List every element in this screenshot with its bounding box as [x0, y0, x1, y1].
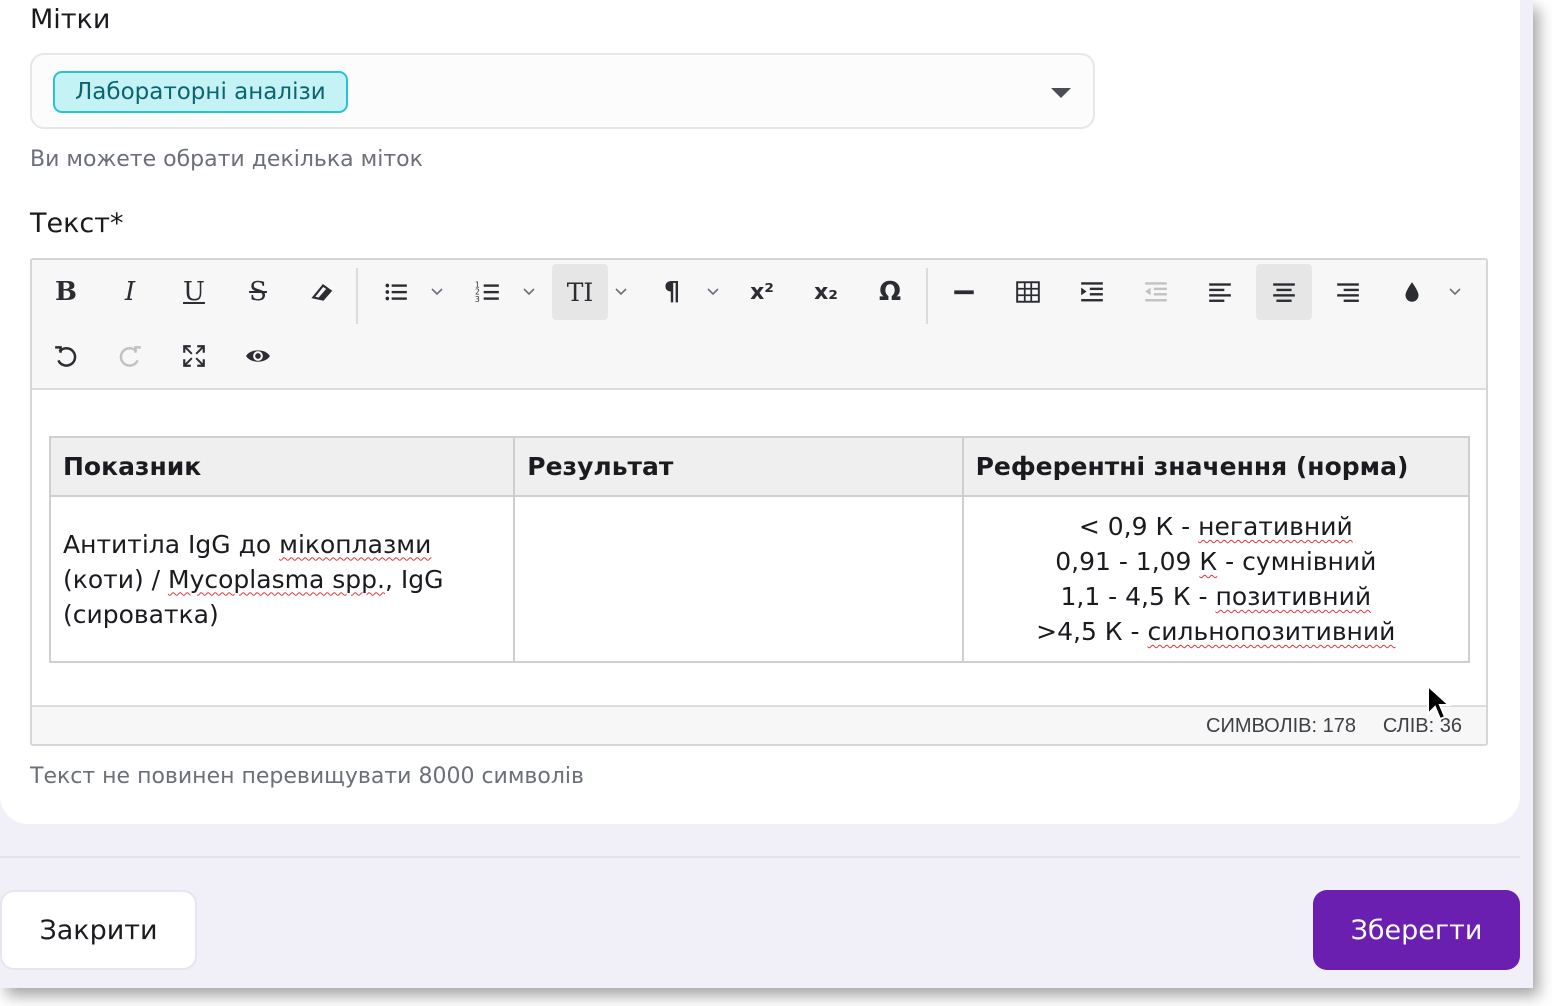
- text-size-icon[interactable]: TI: [552, 264, 608, 320]
- form-card: Мітки Лабораторні аналізи Ви можете обра…: [0, 0, 1520, 824]
- rich-text-editor[interactable]: B I U S 123 TI ¶ x² x₂ Ω Показник Резуль…: [30, 258, 1488, 746]
- tag-chip[interactable]: Лабораторні аналізи: [53, 71, 348, 113]
- tags-hint: Ви можете обрати декілька міток: [30, 147, 423, 172]
- table-row: Антитіла IgG до мікоплазми (коти) / Myco…: [48, 495, 1471, 663]
- chevron-down-icon[interactable]: [703, 282, 723, 302]
- save-button[interactable]: Зберегти: [1313, 890, 1520, 970]
- reference-cell[interactable]: < 0,9 К - негативний 0,91 - 1,09 К - сум…: [961, 495, 1471, 663]
- svg-text:3: 3: [475, 295, 480, 304]
- lab-results-table[interactable]: Показник Результат Референтні значення (…: [48, 436, 1471, 663]
- numbered-list-icon[interactable]: 123: [460, 264, 516, 320]
- text-label: Текст*: [30, 208, 124, 239]
- subscript-icon[interactable]: x₂: [798, 264, 854, 320]
- text-hint: Текст не повинен перевищувати 8000 симво…: [30, 764, 584, 789]
- tags-select[interactable]: Лабораторні аналізи: [30, 53, 1095, 129]
- align-center-icon[interactable]: [1256, 264, 1312, 320]
- indicator-cell[interactable]: Антитіла IgG до мікоплазми (коти) / Myco…: [48, 495, 516, 663]
- eraser-icon[interactable]: [294, 264, 350, 320]
- table-header: Референтні значення (норма): [961, 436, 1471, 497]
- chevron-down-icon[interactable]: [611, 282, 631, 302]
- italic-icon[interactable]: I: [102, 264, 158, 320]
- redo-icon[interactable]: [102, 328, 158, 384]
- mouse-cursor-icon: [1427, 684, 1452, 721]
- undo-icon[interactable]: [38, 328, 94, 384]
- chevron-down-icon[interactable]: [519, 282, 539, 302]
- superscript-icon[interactable]: x²: [734, 264, 790, 320]
- special-char-icon[interactable]: Ω: [862, 264, 918, 320]
- bold-icon[interactable]: B: [38, 264, 94, 320]
- paragraph-icon[interactable]: ¶: [644, 264, 700, 320]
- bulleted-list-icon[interactable]: [368, 264, 424, 320]
- fullscreen-icon[interactable]: [166, 328, 222, 384]
- table-icon[interactable]: [1000, 264, 1056, 320]
- chevron-down-icon[interactable]: [1051, 88, 1071, 98]
- result-cell[interactable]: [513, 495, 964, 663]
- table-header: Результат: [513, 436, 964, 497]
- preview-icon[interactable]: [230, 328, 286, 384]
- chevron-down-icon[interactable]: [427, 282, 447, 302]
- editor-content[interactable]: Показник Результат Референтні значення (…: [32, 390, 1486, 705]
- outdent-icon[interactable]: [1128, 264, 1184, 320]
- close-button[interactable]: Закрити: [0, 890, 197, 970]
- horizontal-rule-icon[interactable]: [936, 264, 992, 320]
- editor-toolbar: B I U S 123 TI ¶ x² x₂ Ω: [32, 260, 1486, 390]
- color-icon[interactable]: [1384, 264, 1440, 320]
- footer-divider: [0, 856, 1520, 858]
- underline-icon[interactable]: U: [166, 264, 222, 320]
- align-left-icon[interactable]: [1192, 264, 1248, 320]
- strikethrough-icon[interactable]: S: [230, 264, 286, 320]
- editor-status-bar: СИМВОЛІВ: 178 СЛІВ: 36: [32, 705, 1486, 744]
- table-header: Показник: [48, 436, 516, 497]
- indent-icon[interactable]: [1064, 264, 1120, 320]
- chevron-down-icon[interactable]: [1445, 282, 1465, 302]
- tags-label: Мітки: [30, 4, 111, 35]
- char-count: СИМВОЛІВ: 178: [1206, 715, 1356, 737]
- align-right-icon[interactable]: [1320, 264, 1376, 320]
